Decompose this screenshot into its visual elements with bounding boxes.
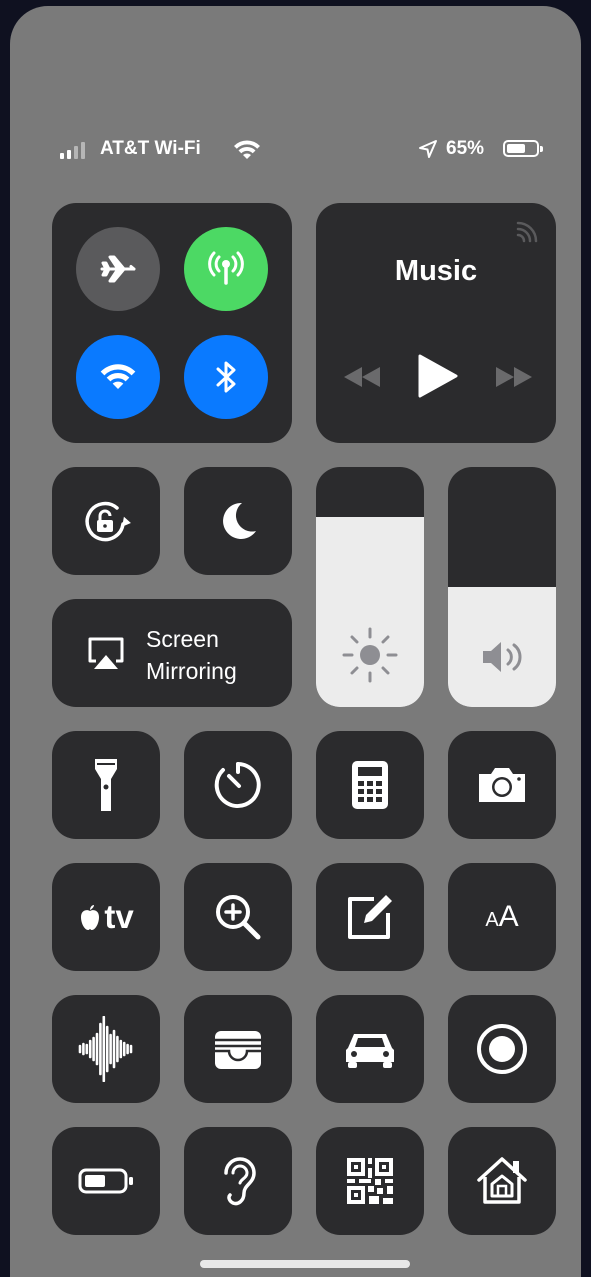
flashlight-button[interactable] xyxy=(52,731,160,839)
bluetooth-icon xyxy=(216,361,236,393)
qr-code-icon xyxy=(347,1158,393,1204)
airplay-icon xyxy=(88,637,124,669)
notes-button[interactable] xyxy=(316,863,424,971)
do-not-disturb-while-driving-button[interactable] xyxy=(316,995,424,1103)
speaker-icon xyxy=(483,642,522,672)
cellular-signal-icon xyxy=(60,142,85,159)
cellular-data-toggle[interactable] xyxy=(184,227,268,311)
magnifier-icon xyxy=(216,895,261,940)
home-indicator[interactable] xyxy=(200,1260,410,1268)
qr-scanner-button[interactable] xyxy=(316,1127,424,1235)
magnifier-button[interactable] xyxy=(184,863,292,971)
screen-mirroring-button[interactable]: Screen Mirroring xyxy=(52,599,292,707)
cellular-antenna-icon xyxy=(208,251,244,285)
home-button[interactable] xyxy=(448,1127,556,1235)
flashlight-icon xyxy=(95,759,117,811)
location-arrow-icon xyxy=(419,140,437,158)
bluetooth-toggle[interactable] xyxy=(184,335,268,419)
rewind-icon[interactable] xyxy=(340,365,384,389)
wallet-icon xyxy=(215,1031,261,1069)
apple-tv-logo: tv xyxy=(78,898,134,936)
apple-tv-remote-button[interactable]: tv xyxy=(52,863,160,971)
fast-forward-icon[interactable] xyxy=(492,365,536,389)
voice-memos-waveform-icon xyxy=(78,1016,133,1082)
music-module[interactable]: Music xyxy=(316,203,556,443)
airplane-icon xyxy=(100,255,136,283)
notes-icon xyxy=(348,895,392,939)
moon-icon xyxy=(223,502,256,539)
text-size-icon: AA xyxy=(485,900,519,933)
hearing-button[interactable] xyxy=(184,1127,292,1235)
apple-icon xyxy=(81,905,100,930)
car-icon xyxy=(346,1034,394,1068)
voice-memos-button[interactable] xyxy=(52,995,160,1103)
connectivity-module xyxy=(52,203,292,443)
battery-percent: 65% xyxy=(446,138,485,159)
low-power-battery-icon xyxy=(78,1168,133,1194)
wifi-toggle[interactable] xyxy=(76,335,160,419)
carrier-label: AT&T Wi-Fi xyxy=(100,138,201,159)
wifi-icon xyxy=(100,364,136,389)
timer-icon xyxy=(214,762,261,808)
orientation-lock-icon xyxy=(85,501,131,542)
music-title: Music xyxy=(394,255,478,287)
low-power-mode-button[interactable] xyxy=(52,1127,160,1235)
orientation-lock-button[interactable] xyxy=(52,467,160,575)
brightness-sun-icon xyxy=(342,627,398,683)
ear-icon xyxy=(224,1157,256,1206)
text-size-button[interactable]: AA xyxy=(448,863,556,971)
volume-slider[interactable] xyxy=(448,467,556,707)
wifi-status-icon xyxy=(234,140,260,159)
screen-record-icon xyxy=(477,1024,527,1074)
camera-button[interactable] xyxy=(448,731,556,839)
calculator-icon xyxy=(352,761,388,809)
calculator-button[interactable] xyxy=(316,731,424,839)
airplane-mode-toggle[interactable] xyxy=(76,227,160,311)
screen-mirroring-label: Screen Mirroring xyxy=(146,626,237,684)
home-icon xyxy=(477,1157,527,1204)
screen-recording-button[interactable] xyxy=(448,995,556,1103)
timer-button[interactable] xyxy=(184,731,292,839)
do-not-disturb-button[interactable] xyxy=(184,467,292,575)
play-icon[interactable] xyxy=(416,353,458,399)
airplay-audio-icon[interactable] xyxy=(516,221,538,243)
brightness-slider[interactable] xyxy=(316,467,424,707)
wallet-button[interactable] xyxy=(184,995,292,1103)
status-bar: AT&T Wi-Fi 65% xyxy=(0,138,591,160)
battery-icon xyxy=(503,140,543,157)
camera-icon xyxy=(479,768,525,802)
